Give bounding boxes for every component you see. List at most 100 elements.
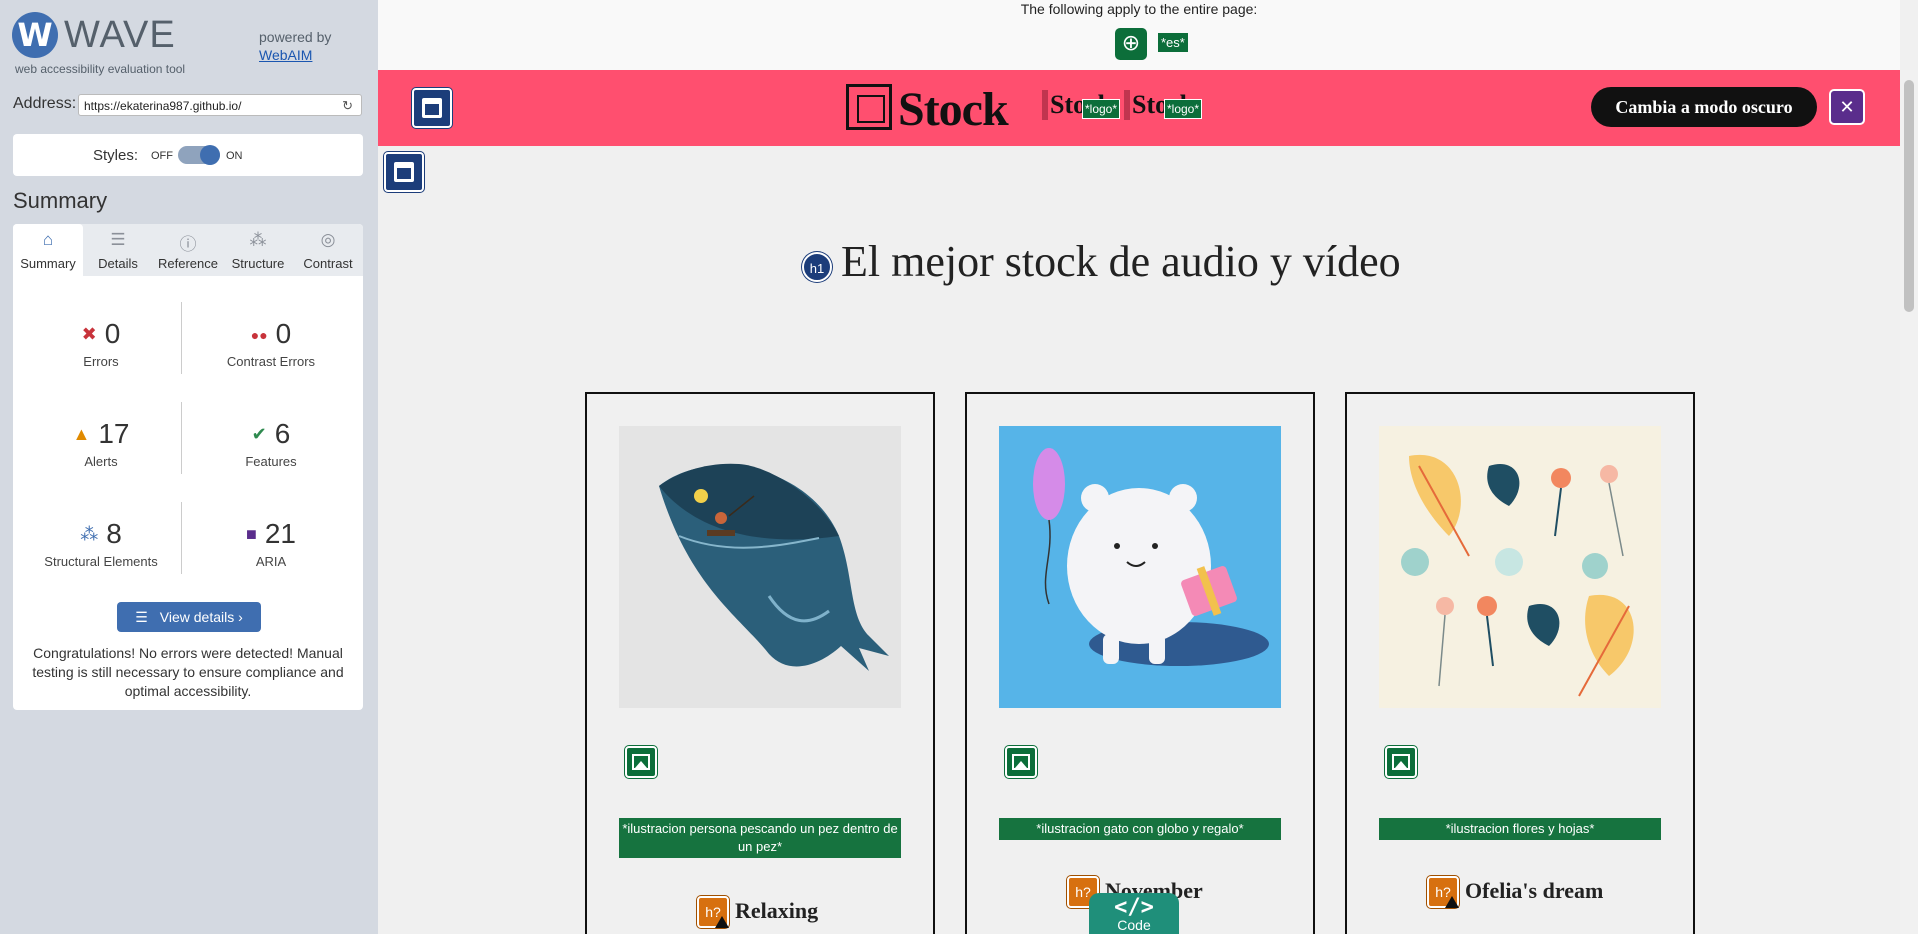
image-feature-icon[interactable]	[1385, 746, 1417, 778]
language-globe-icon[interactable]: ⊕	[1115, 28, 1147, 60]
card-relaxing: *ilustracion persona pescando un pez den…	[585, 392, 935, 934]
language-tag: *es*	[1158, 33, 1188, 52]
aria-label: ARIA	[255, 554, 287, 569]
structural-count: 8	[106, 518, 122, 549]
powered-by-text: powered by	[259, 29, 332, 45]
cat-illustration	[999, 426, 1281, 708]
site-logo[interactable]: Stock	[898, 82, 1009, 137]
address-input[interactable]: https://ekaterina987.github.io/ ↻	[78, 94, 362, 116]
summary-panel: ⌂ Summary ☰ Details ⓘ Reference ⁂ Struct…	[13, 224, 363, 710]
tab-reference[interactable]: ⓘ Reference	[153, 224, 223, 276]
list-icon: ☰	[110, 230, 126, 249]
image-feature-icon[interactable]	[1005, 746, 1037, 778]
code-label: Code	[1117, 917, 1151, 933]
list-icon: ☰	[135, 609, 148, 625]
errors-count: 0	[104, 318, 121, 349]
panel-tabs: ⌂ Summary ☰ Details ⓘ Reference ⁂ Struct…	[13, 224, 363, 276]
tab-label: Reference	[158, 256, 218, 271]
powered-by: powered by WebAIM	[259, 28, 331, 64]
close-icon[interactable]: ✕	[1829, 89, 1865, 125]
card-title: Relaxing	[735, 898, 819, 923]
styles-off-label: OFF	[151, 150, 173, 162]
wave-sidebar: W WAVE web accessibility evaluation tool…	[0, 0, 378, 934]
scrollbar-thumb[interactable]	[1904, 80, 1914, 312]
page-title: El mejor stock de audio y vídeo	[841, 237, 1401, 286]
warning-icon	[1445, 896, 1459, 908]
feature-icon: ✔	[251, 424, 267, 444]
tab-label: Contrast	[303, 256, 353, 271]
structure-icon: ⁂	[249, 230, 267, 249]
wave-logo-icon: W	[12, 12, 58, 58]
tab-label: Summary	[20, 256, 76, 271]
fish-illustration	[619, 426, 901, 708]
tab-summary[interactable]: ⌂ Summary	[13, 224, 83, 276]
card-title: Ofelia's dream	[1465, 878, 1604, 903]
wave-tagline: web accessibility evaluation tool	[15, 62, 186, 76]
address-value: https://ekaterina987.github.io/	[84, 99, 242, 113]
page-scrollbar[interactable]	[1900, 70, 1918, 934]
structural-label: Structural Elements	[44, 554, 158, 569]
features-count: 6	[274, 418, 291, 449]
card-ofelias-dream: *ilustracion flores y hojas* h? Ofelia's…	[1345, 392, 1695, 934]
alt-text-tag: *ilustracion gato con globo y regalo*	[999, 818, 1281, 840]
divider	[181, 502, 182, 574]
webaim-link[interactable]: WebAIM	[259, 46, 331, 64]
reload-icon[interactable]: ↻	[342, 95, 353, 117]
h1-badge-icon[interactable]: h1	[802, 252, 832, 282]
view-details-button[interactable]: ☰ View details ›	[117, 602, 261, 632]
styles-toggle[interactable]	[178, 145, 220, 165]
alerts-count: 17	[98, 418, 130, 449]
alerts-label: Alerts	[84, 454, 118, 469]
card-november: *ilustracion gato con globo y regalo* h?…	[965, 392, 1315, 934]
contrast-icon: ◎	[320, 230, 336, 249]
header-region-icon[interactable]	[412, 88, 452, 128]
alert-icon: ▲	[72, 424, 91, 444]
logo-alt-tag-2: *logo*	[1164, 99, 1203, 119]
stat-aria[interactable]: ■ 21 ARIA	[191, 518, 351, 569]
warning-icon	[715, 916, 729, 928]
errors-label: Errors	[83, 354, 119, 369]
view-details-label: View details ›	[159, 609, 243, 625]
alt-text-tag: *ilustracion persona pescando un pez den…	[619, 818, 901, 858]
page-level-info: The following apply to the entire page: …	[378, 0, 1900, 70]
alt-text-tag: *ilustracion flores y hojas*	[1379, 818, 1661, 840]
main-region-icon[interactable]	[384, 152, 424, 192]
tab-details[interactable]: ☰ Details	[83, 224, 153, 276]
stat-contrast-errors[interactable]: ●● 0 Contrast Errors	[191, 318, 351, 369]
tab-label: Structure	[231, 256, 285, 271]
congrats-message: Congratulations! No errors were detected…	[32, 645, 344, 699]
stat-alerts[interactable]: ▲ 17 Alerts	[21, 418, 181, 469]
toggle-knob	[200, 145, 220, 165]
wave-brand: WAVE	[64, 14, 176, 56]
flowers-illustration	[1379, 426, 1661, 708]
contrast-error-icon: ●●	[250, 327, 268, 343]
styles-toggle-box: Styles: OFF ON	[13, 134, 363, 176]
info-icon: ⓘ	[179, 235, 197, 254]
aria-icon: ■	[245, 524, 257, 544]
stat-features[interactable]: ✔ 6 Features	[191, 418, 351, 469]
tab-label: Details	[98, 256, 138, 271]
styles-label: Styles:	[93, 147, 139, 164]
image-feature-icon[interactable]	[625, 746, 657, 778]
styles-on-label: ON	[226, 150, 243, 162]
tab-contrast[interactable]: ◎ Contrast	[293, 224, 363, 276]
site-header: Stock Stock *logo* Stock *logo* Cambia a…	[378, 70, 1900, 146]
aria-count: 21	[264, 518, 297, 549]
divider	[181, 402, 182, 474]
contrast-label: Contrast Errors	[226, 354, 316, 369]
divider	[181, 302, 182, 374]
structural-icon: ⁂	[80, 524, 99, 544]
home-icon: ⌂	[42, 230, 54, 249]
evaluated-page: The following apply to the entire page: …	[378, 0, 1918, 934]
tab-structure[interactable]: ⁂ Structure	[223, 224, 293, 276]
stat-errors[interactable]: ✖ 0 Errors	[21, 318, 181, 369]
dark-mode-button[interactable]: Cambia a modo oscuro	[1591, 87, 1817, 127]
logo-alt-tag-1: *logo*	[1082, 99, 1121, 119]
summary-heading: Summary	[13, 188, 108, 213]
code-toggle-button[interactable]: </> Code	[1089, 893, 1179, 934]
address-label: Address:	[13, 95, 77, 112]
contrast-count: 0	[275, 318, 292, 349]
features-label: Features	[245, 454, 297, 469]
error-icon: ✖	[81, 324, 97, 344]
stat-structural[interactable]: ⁂ 8 Structural Elements	[21, 518, 181, 569]
